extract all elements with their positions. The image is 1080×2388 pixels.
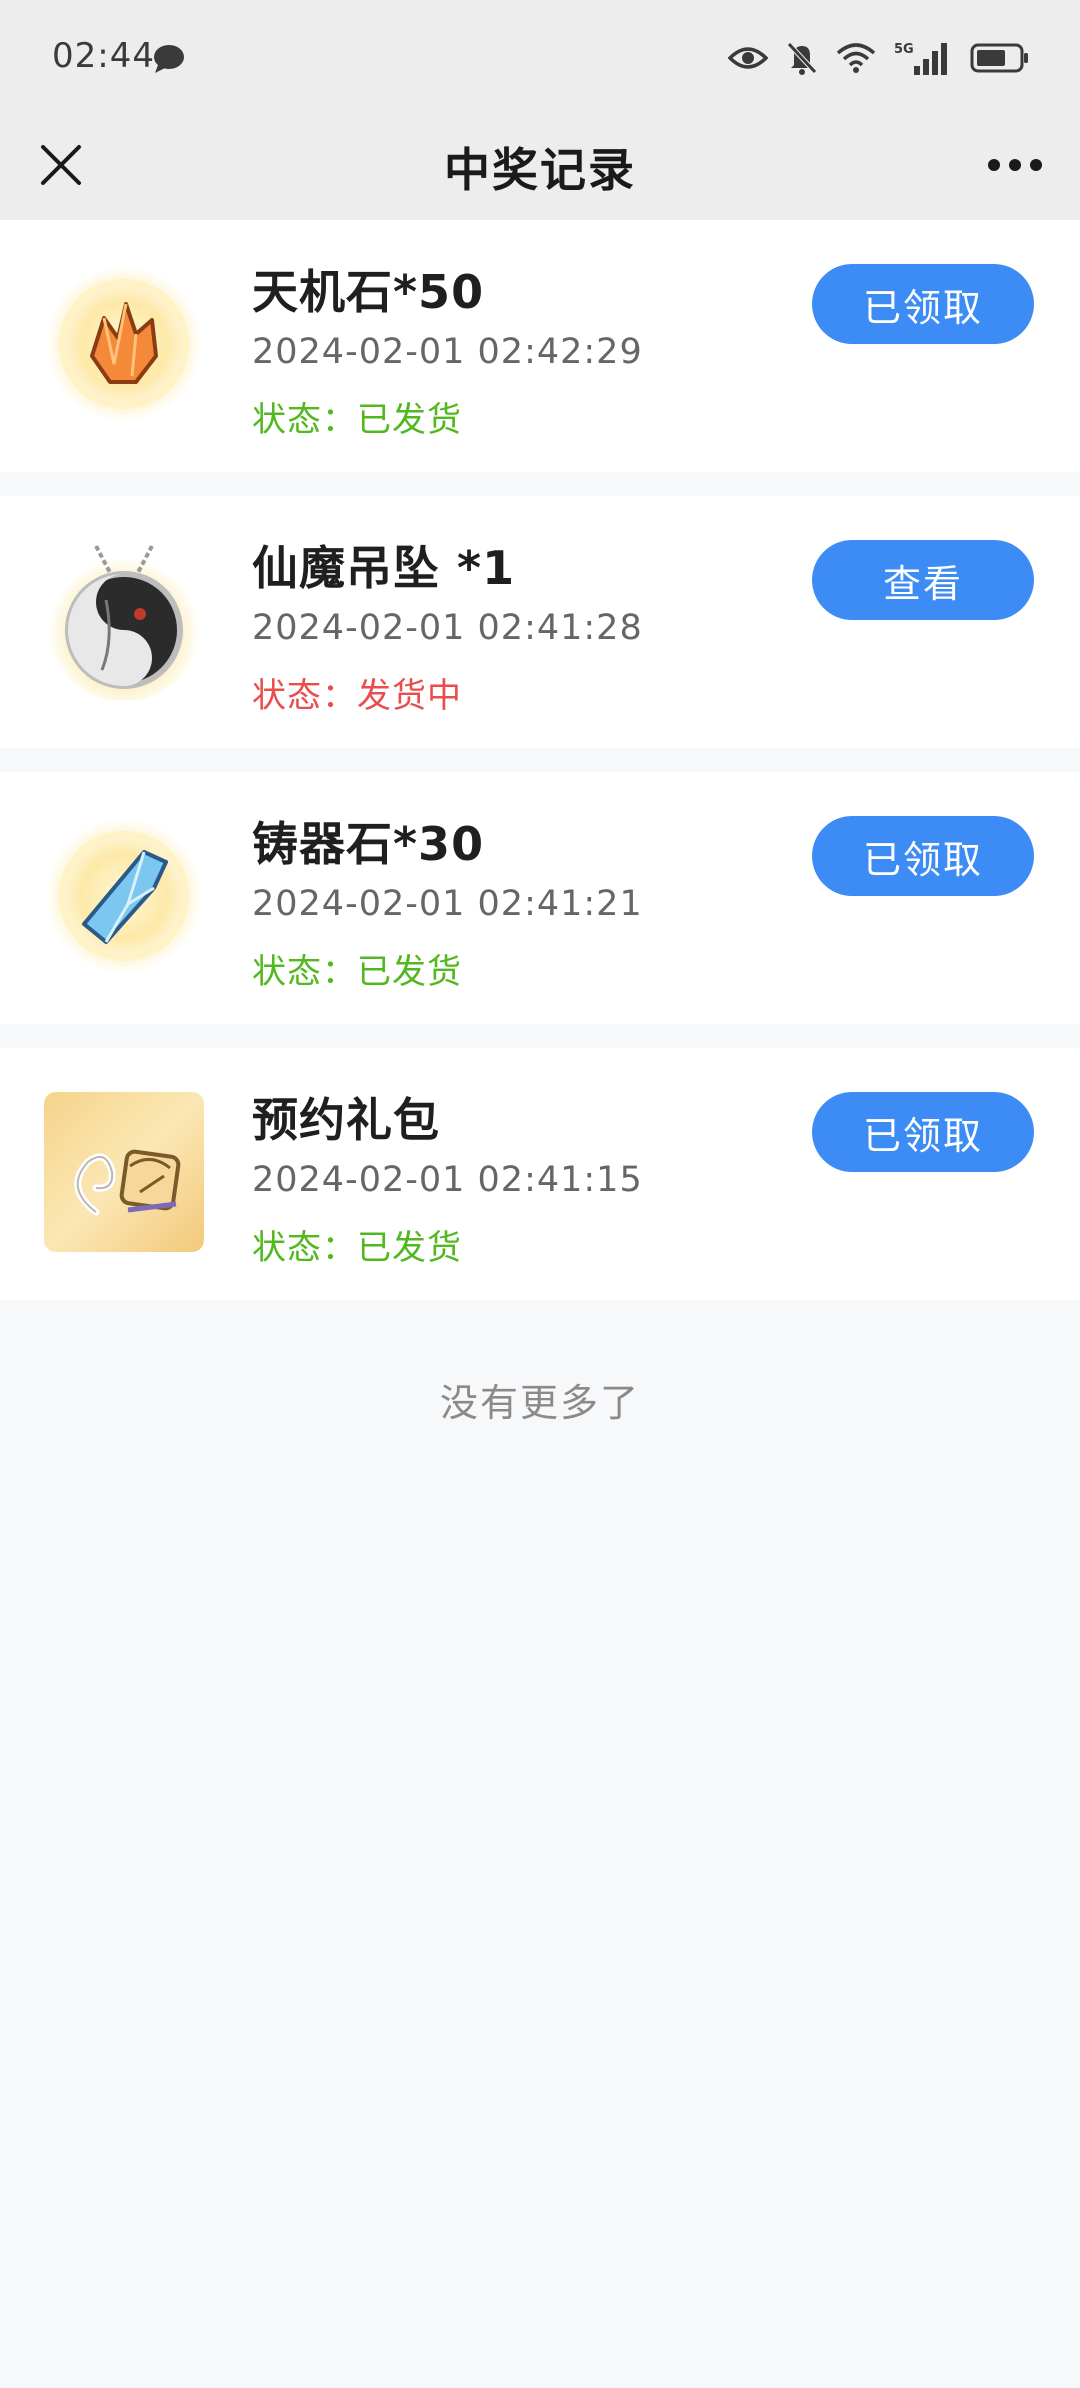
claimed-button[interactable]: 已领取 bbox=[812, 1092, 1034, 1172]
prize-name: 铸器石*30 bbox=[252, 817, 485, 871]
prize-name: 预约礼包 bbox=[252, 1093, 440, 1147]
claimed-button[interactable]: 已领取 bbox=[812, 816, 1034, 896]
status-icons: 5G bbox=[728, 36, 1030, 80]
status-bar: 02:44 5G bbox=[0, 0, 1080, 110]
prize-status: 状态：发货中 bbox=[252, 668, 462, 717]
prize-name: 天机石*50 bbox=[252, 265, 485, 319]
message-bubble-icon bbox=[154, 45, 184, 73]
list-item: 预约礼包 2024-02-01 02:41:15 状态：已发货 已领取 bbox=[0, 1048, 1080, 1300]
prize-time: 2024-02-01 02:42:29 bbox=[252, 332, 643, 372]
claimed-button[interactable]: 已领取 bbox=[812, 264, 1034, 344]
more-options-button[interactable] bbox=[976, 132, 1054, 198]
prize-status: 状态：已发货 bbox=[252, 392, 462, 441]
prize-time: 2024-02-01 02:41:28 bbox=[252, 608, 643, 648]
wifi-icon bbox=[836, 43, 876, 73]
prize-name: 仙魔吊坠 *1 bbox=[252, 541, 516, 595]
prize-time: 2024-02-01 02:41:15 bbox=[252, 1160, 643, 1200]
status-label: 状态： bbox=[252, 400, 357, 440]
battery-icon bbox=[970, 43, 1028, 73]
list-item: 天机石*50 2024-02-01 02:42:29 状态：已发货 已领取 bbox=[0, 220, 1080, 472]
blue-crystal-icon bbox=[44, 816, 204, 976]
status-value: 发货中 bbox=[357, 676, 462, 716]
prize-time: 2024-02-01 02:41:21 bbox=[252, 884, 643, 924]
svg-text:5G: 5G bbox=[894, 42, 914, 57]
header: 中奖记录 bbox=[0, 110, 1080, 220]
status-value: 已发货 bbox=[357, 400, 462, 440]
status-label: 状态： bbox=[252, 952, 357, 992]
yin-yang-pendant-icon bbox=[44, 540, 204, 700]
orange-crystal-icon bbox=[44, 264, 204, 424]
cellular-signal-icon: 5G bbox=[894, 42, 947, 75]
list-item: 仙魔吊坠 *1 2024-02-01 02:41:28 状态：发货中 查看 bbox=[0, 496, 1080, 748]
no-more-text: 没有更多了 bbox=[439, 1381, 640, 1425]
prize-record-list: 天机石*50 2024-02-01 02:42:29 状态：已发货 已领取 仙魔… bbox=[0, 220, 1080, 1300]
bell-muted-icon bbox=[787, 42, 817, 75]
eye-icon bbox=[728, 47, 768, 69]
prize-status: 状态：已发货 bbox=[252, 1220, 462, 1269]
status-label: 状态： bbox=[252, 1228, 357, 1268]
list-item: 铸器石*30 2024-02-01 02:41:21 状态：已发货 已领取 bbox=[0, 772, 1080, 1024]
view-button[interactable]: 查看 bbox=[812, 540, 1034, 620]
status-label: 状态： bbox=[252, 676, 357, 716]
more-dots-icon bbox=[988, 159, 1042, 171]
status-value: 已发货 bbox=[357, 952, 462, 992]
status-value: 已发货 bbox=[357, 1228, 462, 1268]
prize-status: 状态：已发货 bbox=[252, 944, 462, 993]
gift-pack-icon bbox=[44, 1092, 204, 1252]
page-title: 中奖记录 bbox=[444, 143, 636, 197]
status-time: 02:44 bbox=[52, 36, 155, 76]
